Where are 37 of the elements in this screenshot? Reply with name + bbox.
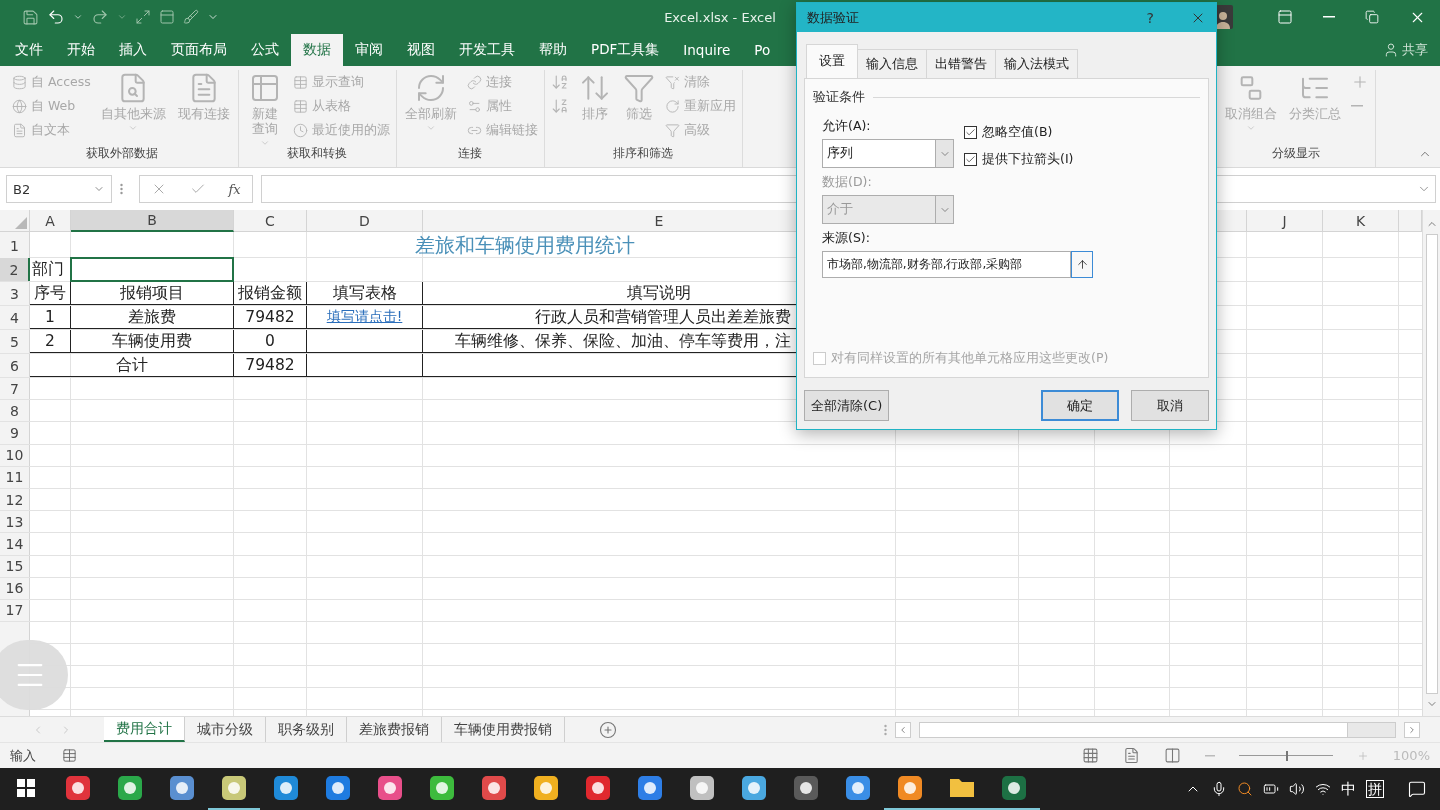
table-cell: 1 xyxy=(30,306,71,329)
table-cell: 报销金额 xyxy=(234,282,307,305)
table-cell: 79482 xyxy=(234,306,307,329)
field-label: 允许(A): xyxy=(822,118,872,135)
table-cell: 部门 xyxy=(32,259,64,280)
window-title: Excel.xlsx - Excel xyxy=(664,9,776,25)
group-label: 获取和转换 xyxy=(287,144,348,162)
status-mode: 输入 xyxy=(10,746,36,765)
field-label: 数据(D): xyxy=(822,174,873,191)
ribbon-label: 新建查询 xyxy=(250,106,279,136)
table-cell: 2 xyxy=(30,330,71,353)
checkbox-label: 忽略空值(B) xyxy=(982,124,1053,141)
group-label: 获取外部数据 xyxy=(85,144,158,162)
group-label: 排序和筛选 xyxy=(613,144,674,162)
ribbon-label: 现有连接 xyxy=(177,106,230,121)
ribbon-label: 分类汇总 xyxy=(1289,106,1341,121)
section-title: 验证条件 xyxy=(813,89,865,106)
ribbon-label: 筛选 xyxy=(625,106,652,121)
table-cell: 差旅费 xyxy=(71,306,234,329)
table-cell: 序号 xyxy=(30,282,71,305)
ribbon-label: 全部刷新 xyxy=(404,106,457,121)
table-cell: 车辆使用费 xyxy=(71,330,234,353)
ribbon-label: 排序 xyxy=(581,106,608,121)
field-label: 来源(S): xyxy=(822,230,871,247)
checkbox-label: 对有同样设置的所有其他单元格应用这些更改(P) xyxy=(831,350,1109,367)
checkbox-label: 提供下拉箭头(I) xyxy=(982,151,1074,168)
group-label: 连接 xyxy=(458,144,483,162)
table-cell: 填写表格 xyxy=(307,282,423,305)
group-label: 分级显示 xyxy=(1272,144,1320,162)
ribbon-label: 取消组合 xyxy=(1225,106,1277,121)
dialog-title: 数据验证 xyxy=(807,8,860,27)
table-cell: 79482 xyxy=(234,354,307,377)
table-cell: 报销项目 xyxy=(71,282,234,305)
table-cell: 合计 xyxy=(30,354,234,377)
sheet-title: 差旅和车辆使用费用统计 xyxy=(414,232,635,259)
table-cell: 0 xyxy=(234,330,307,353)
ribbon-label: 自其他来源 xyxy=(100,106,166,121)
